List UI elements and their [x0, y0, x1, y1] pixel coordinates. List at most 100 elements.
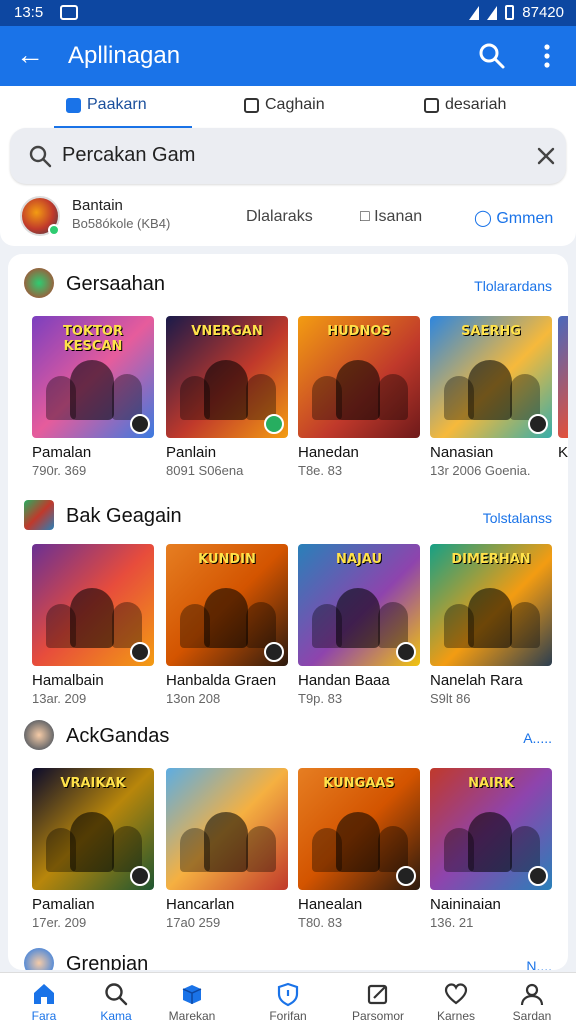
status-right-text: 87420 [522, 4, 564, 21]
game-banner-text: HUDNOS [327, 324, 391, 339]
search-input[interactable]: Percakan Gam [10, 128, 566, 184]
game-thumbnail: KUNGAAS [298, 768, 420, 890]
close-icon[interactable] [534, 144, 558, 168]
see-all-link[interactable]: Tlolarardans [474, 278, 552, 294]
nav-label: Forifan [269, 1009, 307, 1023]
nav-label: Parsomor [351, 1009, 404, 1023]
game-thumbnail: SAERHG [430, 316, 552, 438]
tab-game-icon [244, 97, 259, 113]
heart-icon [444, 983, 468, 1005]
game-thumbnail: HUDNOS [298, 316, 420, 438]
nav-item-kama[interactable]: Kama [80, 981, 152, 1023]
game-badge-icon [264, 414, 284, 434]
profile-action-isanan[interactable]: □ Isanan [360, 208, 422, 226]
back-arrow-icon[interactable]: ← [16, 40, 44, 70]
game-thumbnail: NAJAU [298, 544, 420, 666]
search-icon [105, 983, 128, 1006]
tab-calendar-icon [424, 97, 439, 113]
search-icon [29, 145, 52, 168]
nav-item-karnes[interactable]: Karnes [420, 981, 492, 1023]
game-title: Pamalian [32, 896, 95, 913]
profile-action-dlalaraks[interactable]: Dlalaraks [246, 208, 313, 226]
game-card[interactable]: KUNGAAS Hanealan T80. 83 [298, 768, 420, 930]
game-thumbnail: DIMERHAN [430, 544, 552, 666]
nav-item-parsomor[interactable]: Parsomor [342, 981, 414, 1023]
section-header: Gersaahan Tlolarardans [8, 264, 568, 304]
game-card[interactable]: SAERHG Nanasian 13r 2006 Goenia. [430, 316, 552, 478]
see-all-link[interactable]: Tolstalanss [483, 510, 552, 526]
profile-action-gmmen[interactable]: ◯ Gmmen [474, 208, 553, 228]
game-title: Hamalbain [32, 672, 104, 689]
section-icon [24, 948, 54, 970]
more-vert-icon[interactable] [538, 42, 556, 70]
profile-name: Bantain [72, 197, 123, 214]
notification-icon [60, 5, 78, 20]
nav-item-forifan[interactable]: Forifan [252, 981, 324, 1023]
game-banner-text: K [564, 324, 568, 339]
shield-icon [277, 982, 299, 1007]
top-card: Percakan Gam Bantain Bo58ókole (KB4) Dla… [0, 128, 576, 246]
game-card[interactable]: DIMERHAN Nanelah Rara S9lt 86 [430, 544, 552, 706]
game-title: Nanasian [430, 444, 494, 461]
status-indicators: 87420 [469, 4, 564, 21]
tab-label: Paakarn [87, 96, 147, 113]
home-icon [34, 984, 54, 1004]
game-badge-icon [130, 642, 150, 662]
section-title: Grenpian [66, 953, 149, 970]
person-icon [520, 983, 544, 1006]
tab-label: Caghain [265, 96, 325, 113]
game-card[interactable]: NAIRK Naininaian 136. 21 [430, 768, 552, 930]
game-banner-text: DIMERHAN [451, 552, 531, 567]
tab-paakarn[interactable]: Paakarn [66, 96, 147, 114]
game-card[interactable]: VRAIKAK Pamalian 17er. 209 [32, 768, 154, 930]
nav-item-fara[interactable]: Fara [8, 981, 80, 1023]
battery-icon [505, 5, 515, 20]
bottom-navigation: Fara Kama Marekan Forifan Parsomor Karne… [0, 972, 576, 1024]
game-thumbnail: NAIRK [430, 768, 552, 890]
game-card[interactable]: VNERGAN Panlain 8091 S06ena [166, 316, 288, 478]
game-title: Hanealan [298, 896, 363, 913]
game-card[interactable]: Hamalbain 13ar. 209 [32, 544, 154, 706]
app-bar: ← Apllinagan [0, 26, 576, 86]
status-time: 13:5 [14, 4, 44, 21]
see-all-link[interactable]: A..... [523, 730, 552, 746]
see-all-link[interactable]: N.... [526, 958, 552, 970]
game-card[interactable]: TOKTOR KESCAN Pamalan 790r. 369 [32, 316, 154, 478]
section-icon [24, 268, 54, 298]
nav-item-marekan[interactable]: Marekan [156, 981, 228, 1023]
profile-action-label: Gmmen [496, 210, 554, 227]
game-thumbnail: TOKTOR KESCAN [32, 316, 154, 438]
game-card[interactable]: HUDNOS Hanedan T8e. 83 [298, 316, 420, 478]
game-card[interactable]: NAJAU Handan Baaa T9p. 83 [298, 544, 420, 706]
game-title: Panlain [166, 444, 217, 461]
game-meta: 8091 S06ena [166, 463, 244, 478]
online-badge [48, 224, 60, 236]
nav-label: Fara [31, 1009, 57, 1023]
status-bar: 13:5 87420 [0, 0, 576, 26]
game-title: Handan Baaa [298, 672, 390, 689]
game-card[interactable]: Hancarlan 17a0 259 [166, 768, 288, 930]
game-title: Pamalan [32, 444, 92, 461]
game-banner-text: KUNDIN [198, 552, 256, 567]
game-banner-text: SAERHG [461, 324, 521, 339]
game-meta: 13on 208 [166, 691, 221, 706]
game-banner-text: NAIRK [468, 776, 514, 791]
game-card[interactable]: KUNDIN Hanbalda Graen 13on 208 [166, 544, 288, 706]
game-meta: S9lt 86 [430, 691, 471, 706]
game-badge-icon [528, 414, 548, 434]
game-banner-text: NAJAU [336, 552, 382, 567]
game-thumbnail: VRAIKAK [32, 768, 154, 890]
nav-item-sardan[interactable]: Sardan [496, 981, 568, 1023]
game-thumbnail [166, 768, 288, 890]
game-badge-icon [264, 642, 284, 662]
search-value: Percakan Gam [62, 144, 196, 166]
game-title: Nanelah Rara [430, 672, 523, 689]
section-icon [24, 720, 54, 750]
section-header: Bak Geagain Tolstalanss [8, 496, 568, 536]
nav-label: Marekan [168, 1009, 216, 1023]
game-thumbnail [32, 544, 154, 666]
game-card-partial[interactable]: K K [558, 316, 568, 461]
tab-caghain[interactable]: Caghain [244, 96, 325, 114]
search-icon[interactable] [478, 42, 506, 70]
tab-desariah[interactable]: desariah [424, 96, 506, 114]
